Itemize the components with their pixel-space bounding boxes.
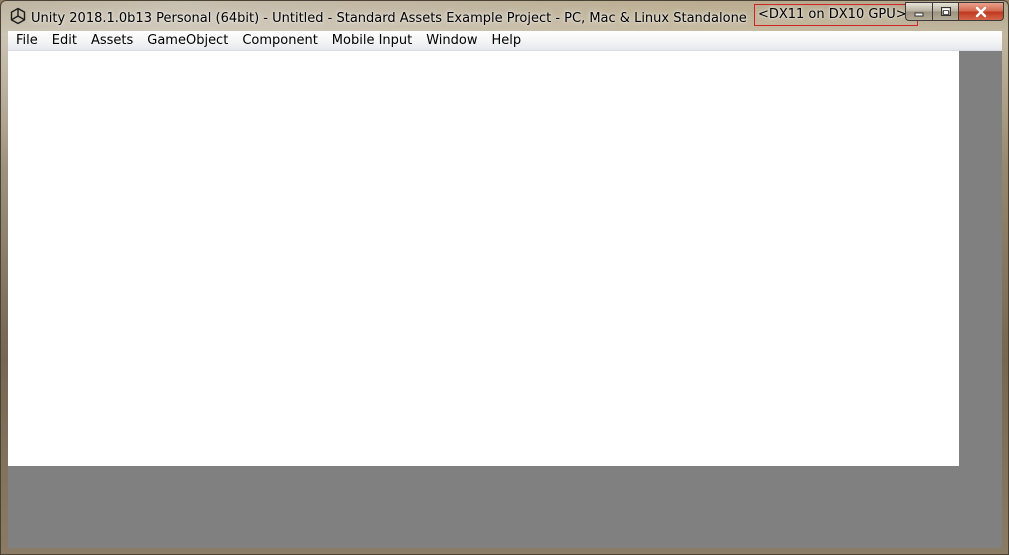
- window-title: Unity 2018.1.0b13 Personal (64bit) - Unt…: [31, 4, 918, 30]
- close-button[interactable]: [958, 2, 1004, 21]
- maximize-icon: [940, 7, 951, 16]
- menu-file[interactable]: File: [8, 31, 45, 50]
- menu-assets[interactable]: Assets: [84, 31, 140, 50]
- title-bar[interactable]: Unity 2018.1.0b13 Personal (64bit) - Unt…: [1, 1, 1009, 31]
- menu-component[interactable]: Component: [235, 31, 324, 50]
- editor-client-area: [8, 51, 1002, 548]
- window-controls: [905, 2, 1004, 21]
- application-window: Unity 2018.1.0b13 Personal (64bit) - Unt…: [0, 0, 1009, 555]
- minimize-icon: [914, 12, 924, 16]
- gpu-mode-label: <DX11 on DX10 GPU>: [753, 4, 918, 26]
- unity-logo-icon[interactable]: [9, 7, 27, 25]
- menu-mobile-input[interactable]: Mobile Input: [325, 31, 419, 50]
- window-title-text: Unity 2018.1.0b13 Personal (64bit) - Unt…: [31, 11, 747, 26]
- maximize-button[interactable]: [932, 2, 958, 21]
- menu-help[interactable]: Help: [485, 31, 529, 50]
- close-icon: [975, 6, 987, 17]
- menu-bar: File Edit Assets GameObject Component Mo…: [8, 31, 1002, 51]
- menu-window[interactable]: Window: [419, 31, 484, 50]
- menu-edit[interactable]: Edit: [45, 31, 84, 50]
- menu-gameobject[interactable]: GameObject: [140, 31, 235, 50]
- minimize-button[interactable]: [905, 2, 932, 21]
- blank-editor-panel: [8, 51, 959, 466]
